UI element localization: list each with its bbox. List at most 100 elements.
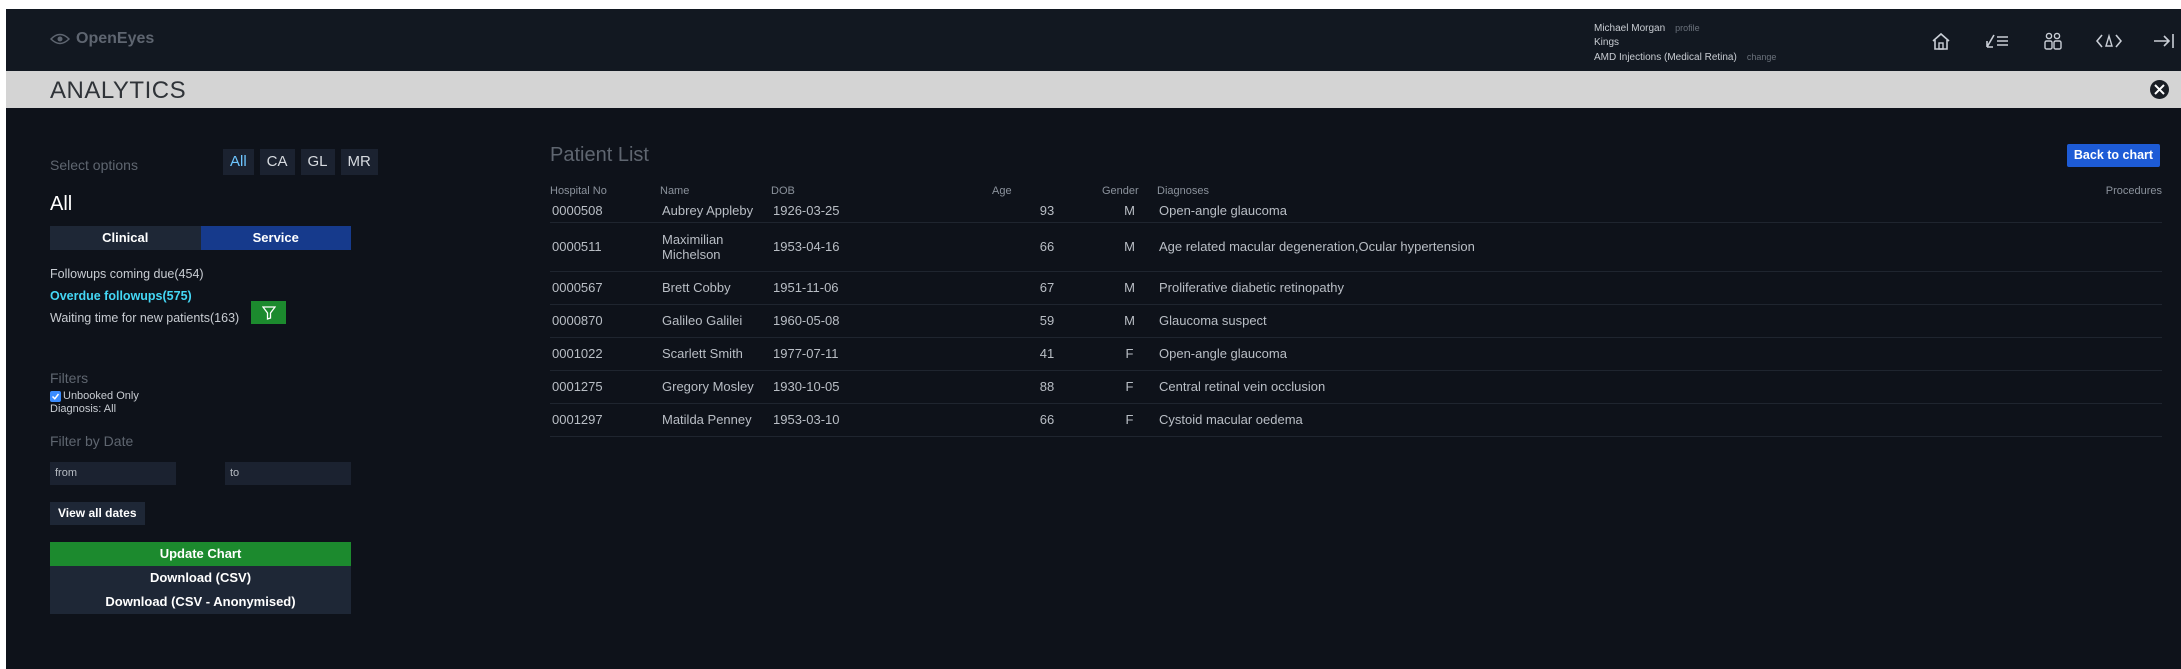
- patient-table: Hospital No Name DOB Age Gender Diagnose…: [550, 183, 2162, 437]
- code-icon[interactable]: [2094, 29, 2124, 53]
- col-gender[interactable]: Gender: [1102, 183, 1157, 199]
- table-row[interactable]: 0001297 Matilda Penney 1953-03-10 66 F C…: [550, 403, 2162, 437]
- cell-gender: M: [1102, 304, 1157, 338]
- filter-icon: [261, 305, 276, 320]
- cell-age: 66: [992, 222, 1102, 272]
- cell-hospital-no: 0000567: [550, 271, 660, 305]
- report-list: Followups coming due(454) Overdue follow…: [50, 263, 239, 329]
- profile-link[interactable]: profile: [1675, 23, 1700, 33]
- tab-all[interactable]: All: [223, 149, 254, 175]
- specialty-heading: All: [50, 193, 73, 215]
- cell-age: 93: [992, 199, 1102, 223]
- filter-by-date-label: Filter by Date: [50, 433, 134, 449]
- table-row[interactable]: 0000508 Aubrey Appleby 1926-03-25 93 M O…: [550, 199, 2162, 223]
- cell-gender: M: [1102, 199, 1157, 223]
- cell-procedures: [2011, 403, 2162, 437]
- filter-button[interactable]: [251, 301, 286, 324]
- cell-procedures: [2011, 337, 2162, 371]
- cell-procedures: [2011, 271, 2162, 305]
- worklist-icon[interactable]: [1982, 29, 2012, 53]
- select-options-label: Select options: [50, 157, 138, 173]
- change-firm-link[interactable]: change: [1747, 52, 1777, 62]
- cell-name: Gregory Mosley: [660, 370, 771, 404]
- col-hospital-no[interactable]: Hospital No: [550, 183, 660, 199]
- filters-label: Filters: [50, 370, 89, 386]
- cell-gender: M: [1102, 222, 1157, 272]
- logo-text: OpenEyes: [76, 30, 155, 47]
- cell-name: Scarlett Smith: [660, 337, 771, 371]
- cell-procedures: [2011, 199, 2162, 223]
- col-diagnoses[interactable]: Diagnoses: [1157, 183, 2012, 199]
- cell-gender: F: [1102, 337, 1157, 371]
- site-name: Kings: [1594, 37, 1620, 48]
- cell-gender: F: [1102, 403, 1157, 437]
- cell-dob: 1951-11-06: [771, 271, 992, 305]
- cell-name: Maximilian Michelson: [660, 222, 771, 272]
- tab-ca[interactable]: CA: [259, 149, 295, 175]
- col-procedures[interactable]: Procedures: [2012, 183, 2162, 199]
- table-header-row: Hospital No Name DOB Age Gender Diagnose…: [550, 183, 2162, 199]
- user-info: Michael Morgan profile Kings AMD Injectio…: [1594, 21, 1776, 65]
- report-waiting-time[interactable]: Waiting time for new patients(163): [50, 307, 239, 329]
- col-name[interactable]: Name: [660, 183, 771, 199]
- tab-gl[interactable]: GL: [300, 149, 335, 175]
- download-csv-anonymised-button[interactable]: Download (CSV - Anonymised): [50, 590, 351, 614]
- cell-age: 41: [992, 337, 1102, 371]
- table-row[interactable]: 0000511 Maximilian Michelson 1953-04-16 …: [550, 222, 2162, 272]
- specialty-tabs: All CA GL MR: [223, 149, 378, 175]
- cell-dob: 1977-07-11: [771, 337, 992, 371]
- analytics-app: OpenEyes Michael Morgan profile Kings AMD…: [6, 9, 2181, 669]
- firm-name: AMD Injections (Medical Retina): [1594, 52, 1737, 63]
- cell-dob: 1960-05-08: [771, 304, 992, 338]
- openeyes-logo[interactable]: OpenEyes: [50, 30, 154, 48]
- table-row[interactable]: 0001275 Gregory Mosley 1930-10-05 88 F C…: [550, 370, 2162, 404]
- cell-age: 88: [992, 370, 1102, 404]
- view-all-dates-button[interactable]: View all dates: [50, 502, 145, 525]
- unbooked-only-row: Unbooked Only: [50, 390, 139, 402]
- cell-diagnoses: Open-angle glaucoma: [1157, 337, 2012, 371]
- patient-list-title: Patient List: [550, 144, 649, 166]
- cell-dob: 1953-04-16: [771, 222, 992, 272]
- cell-diagnoses: Glaucoma suspect: [1157, 304, 2012, 338]
- tab-mr[interactable]: MR: [340, 149, 378, 175]
- download-csv-button[interactable]: Download (CSV): [50, 566, 351, 590]
- cell-procedures: [2011, 304, 2162, 338]
- clinical-tab[interactable]: Clinical: [50, 226, 201, 250]
- table-row[interactable]: 0000870 Galileo Galilei 1960-05-08 59 M …: [550, 304, 2162, 338]
- top-header: OpenEyes Michael Morgan profile Kings AMD…: [6, 9, 2181, 71]
- cell-diagnoses: Central retinal vein occlusion: [1157, 370, 2012, 404]
- update-chart-button[interactable]: Update Chart: [50, 542, 351, 566]
- cell-diagnoses: Cystoid macular oedema: [1157, 403, 2012, 437]
- cell-dob: 1953-03-10: [771, 403, 992, 437]
- table-row[interactable]: 0001022 Scarlett Smith 1977-07-11 41 F O…: [550, 337, 2162, 371]
- checkmark-icon: [51, 393, 60, 400]
- cell-hospital-no: 0000511: [550, 222, 660, 272]
- col-dob[interactable]: DOB: [771, 183, 992, 199]
- eye-logo-icon: [50, 33, 70, 45]
- cell-age: 66: [992, 403, 1102, 437]
- logout-icon[interactable]: [2150, 29, 2180, 53]
- cell-name: Matilda Penney: [660, 403, 771, 437]
- patients-icon[interactable]: [2038, 29, 2068, 53]
- unbooked-checkbox[interactable]: [50, 390, 61, 402]
- cell-gender: F: [1102, 370, 1157, 404]
- cell-dob: 1926-03-25: [771, 199, 992, 223]
- cell-name: Galileo Galilei: [660, 304, 771, 338]
- cell-name: Aubrey Appleby: [660, 199, 771, 223]
- home-icon[interactable]: [1926, 29, 1956, 53]
- back-to-chart-button[interactable]: Back to chart: [2067, 144, 2160, 167]
- date-from-input[interactable]: from: [50, 462, 176, 485]
- report-followups-due[interactable]: Followups coming due(454): [50, 263, 239, 285]
- diagnosis-filter[interactable]: Diagnosis: All: [50, 403, 116, 415]
- close-button[interactable]: [2150, 80, 2169, 99]
- cell-hospital-no: 0000508: [550, 199, 660, 223]
- table-row[interactable]: 0000567 Brett Cobby 1951-11-06 67 M Prol…: [550, 271, 2162, 305]
- col-age[interactable]: Age: [992, 183, 1102, 199]
- cell-procedures: [2011, 222, 2162, 272]
- cell-dob: 1930-10-05: [771, 370, 992, 404]
- service-tab[interactable]: Service: [200, 226, 351, 250]
- user-name: Michael Morgan: [1594, 23, 1666, 34]
- cell-hospital-no: 0001275: [550, 370, 660, 404]
- report-overdue-followups[interactable]: Overdue followups(575): [50, 285, 239, 307]
- date-to-input[interactable]: to: [225, 462, 351, 485]
